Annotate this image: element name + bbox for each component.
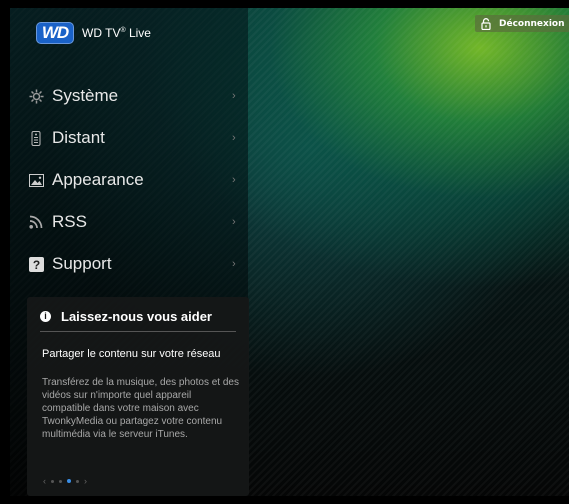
chevron-right-icon: › <box>232 90 236 102</box>
remote-icon <box>28 130 44 146</box>
chevron-right-icon: › <box>232 216 236 228</box>
logout-button[interactable]: Déconnexion <box>475 15 569 32</box>
help-tip-heading: Partager le contenu sur votre réseau <box>42 348 221 360</box>
menu-item-label: Distant <box>52 128 105 147</box>
product-name-text: WD TV <box>82 26 121 40</box>
help-panel-title: Laissez-nous vous aider <box>61 309 212 324</box>
product-name: WD TV® Live <box>82 26 151 40</box>
help-icon: ? <box>28 256 44 272</box>
pager-dot[interactable] <box>76 479 79 483</box>
help-pager: ‹ › <box>43 476 87 486</box>
menu-item-label: Appearance <box>52 170 144 189</box>
chevron-right-icon: › <box>232 132 236 144</box>
menu-item-appearance[interactable]: Appearance › <box>28 159 248 201</box>
svg-text:?: ? <box>32 258 39 272</box>
menu-item-label: RSS <box>52 212 87 231</box>
help-tip-body: Transférez de la musique, des photos et … <box>42 377 239 440</box>
brand-header: WD WD TV® Live <box>36 22 151 44</box>
pager-next-button[interactable]: › <box>84 476 87 486</box>
menu-item-distant[interactable]: Distant › <box>28 117 248 159</box>
pager-dot-active[interactable] <box>67 479 71 483</box>
info-icon: i <box>40 311 51 322</box>
menu-item-support[interactable]: ? Support › <box>28 243 248 285</box>
pager-prev-button[interactable]: ‹ <box>43 476 46 486</box>
chevron-right-icon: › <box>232 258 236 270</box>
wd-tv-dashboard: WD WD TV® Live Système › Distant › Appea… <box>10 8 569 496</box>
menu-item-systeme[interactable]: Système › <box>28 75 248 117</box>
logout-label: Déconnexion <box>499 18 565 29</box>
chevron-right-icon: › <box>232 174 236 186</box>
main-menu: Système › Distant › Appearance › RSS › ?… <box>28 75 248 285</box>
help-panel-header: i Laissez-nous vous aider <box>40 309 236 332</box>
wd-logo[interactable]: WD <box>36 22 74 44</box>
menu-item-label: Système <box>52 86 119 105</box>
lock-icon <box>481 17 493 30</box>
pager-dot[interactable] <box>59 479 62 483</box>
gear-icon <box>28 88 44 104</box>
pager-dot[interactable] <box>51 479 54 483</box>
product-suffix: Live <box>128 26 151 40</box>
menu-item-rss[interactable]: RSS › <box>28 201 248 243</box>
sidebar: WD WD TV® Live Système › Distant › Appea… <box>10 8 249 496</box>
menu-item-label: Support <box>52 254 112 273</box>
help-panel: i Laissez-nous vous aider Partager le co… <box>27 297 249 496</box>
picture-icon <box>28 172 44 188</box>
registered-mark: ® <box>120 27 126 34</box>
rss-icon <box>28 214 44 230</box>
